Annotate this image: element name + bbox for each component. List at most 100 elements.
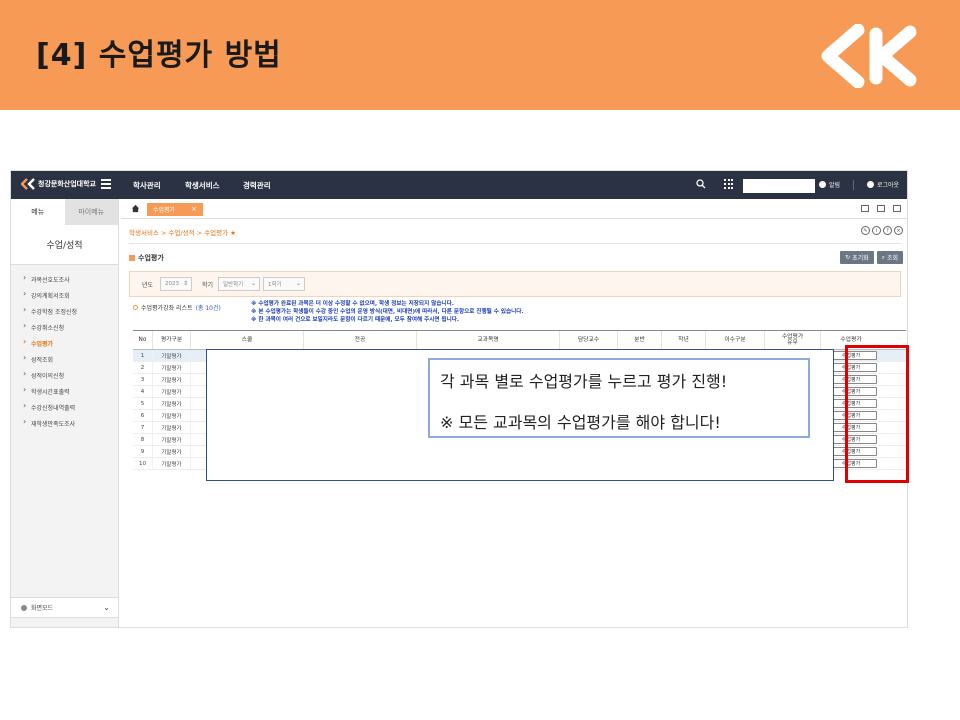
- global-search-input[interactable]: [743, 179, 815, 193]
- topmenu-academic[interactable]: 학사관리: [133, 180, 161, 191]
- page-title: 수업평가: [129, 253, 164, 263]
- sidebar-item-course-preference[interactable]: 과목선호도조사: [11, 271, 118, 287]
- reset-label: 초기화: [852, 255, 869, 262]
- instruction-callout: 각 과목 별로 수업평가를 누르고 평가 진행! ※ 모든 교과목의 수업평가를…: [428, 358, 810, 438]
- logout-button[interactable]: 로그아웃: [867, 180, 899, 189]
- instruction-line-1: 각 과목 별로 수업평가를 누르고 평가 진행!: [440, 372, 728, 391]
- evaluation-button-highlight: [845, 345, 909, 483]
- breadcrumb-path: 학생서비스 > 수업/성적 > 수업평가: [129, 229, 229, 237]
- cell-no: 6: [133, 410, 153, 421]
- sidebar-item-course-evaluation[interactable]: 수업평가: [11, 335, 118, 351]
- col-eval-type: 평가구분: [153, 331, 191, 349]
- app-grid-icon[interactable]: [724, 179, 734, 189]
- close-icon[interactable]: ×: [191, 205, 197, 213]
- col-school: 스쿨: [191, 331, 304, 349]
- cell-no: 5: [133, 398, 153, 409]
- tab-my-menu[interactable]: 마이메뉴: [64, 199, 118, 225]
- sidebar-item-credit-adjust[interactable]: 수강학점 조정신청: [11, 303, 118, 319]
- cell-no: 8: [133, 434, 153, 445]
- filter-panel: 년도 2023 ⇕ 학기 일반학기 ⌄ 1학기 ⌄: [129, 271, 901, 297]
- notification-button[interactable]: 알림: [819, 180, 840, 189]
- col-section: 분반: [618, 331, 662, 349]
- search-icon[interactable]: [696, 179, 706, 189]
- notice-line: ※ 수업평가 완료된 과목은 더 이상 수정할 수 없으며, 학생 정보는 저장…: [251, 301, 454, 307]
- cell-no: 3: [133, 374, 153, 385]
- screen-mode-label: 화면모드: [31, 605, 54, 612]
- topmenu-student-service[interactable]: 학생서비스: [185, 180, 220, 191]
- topmenu-career[interactable]: 경력관리: [243, 180, 271, 191]
- cell-no: 7: [133, 422, 153, 433]
- sidebar-item-timetable-print[interactable]: 학생시간표출력: [11, 383, 118, 399]
- search-button[interactable]: ⌕ 조회: [876, 251, 903, 264]
- gear-icon: [21, 604, 27, 611]
- close-circle-icon[interactable]: ×: [894, 226, 903, 235]
- info-icon[interactable]: i: [872, 226, 881, 235]
- expand-icon[interactable]: [893, 205, 901, 212]
- chevron-down-icon: ⌄: [103, 603, 110, 612]
- ck-logo-icon: [821, 24, 917, 88]
- bookmark-icon[interactable]: [877, 205, 885, 212]
- col-major: 전공: [304, 331, 417, 349]
- cell-no: 1: [133, 350, 153, 361]
- page-title-text: 수업평가: [138, 254, 164, 262]
- cell-no: 4: [133, 386, 153, 397]
- stepper-icon: ⇕: [182, 280, 188, 287]
- list-count: (총 10건): [195, 305, 221, 312]
- action-buttons: ↻ 초기화 ⌕ 조회: [840, 251, 903, 264]
- table-header: No 평가구분 스쿨 전공 교과목명 담당교수 분반 학년 이수구분 수업평가 …: [133, 330, 906, 350]
- term-type-select[interactable]: 일반학기 ⌄: [218, 277, 260, 291]
- cell-no: 9: [133, 446, 153, 457]
- sidebar-item-syllabus[interactable]: 강의계획서조회: [11, 287, 118, 303]
- window-controls: [861, 205, 901, 212]
- col-no: No: [133, 331, 153, 349]
- notice-line: ※ 본 수업평가는 학생들이 수강 중인 수업의 운영 방식(대면, 비대면)에…: [251, 309, 524, 315]
- open-tab-label: 수업평가: [153, 207, 176, 214]
- open-tab-course-evaluation[interactable]: 수업평가 ×: [147, 203, 203, 216]
- slide-title: [4] 수업평가 방법: [36, 38, 282, 73]
- instruction-line-2: ※ 모든 교과목의 수업평가를 해야 합니다!: [440, 413, 721, 432]
- term-label: 학기: [202, 282, 214, 289]
- sidebar-footer: [11, 617, 118, 627]
- open-tabs-bar: 수업평가 ×: [121, 199, 907, 219]
- year-label: 년도: [142, 282, 154, 289]
- notice-line: ※ 한 과목이 여러 건으로 보일지라도 문항이 다르기 때문에, 모두 참여해…: [251, 317, 460, 323]
- col-completion-type: 이수구분: [706, 331, 765, 349]
- star-icon[interactable]: ★: [230, 229, 236, 237]
- term-type-value: 일반학기: [223, 282, 244, 288]
- table-empty-area: [133, 481, 906, 627]
- col-grade: 학년: [662, 331, 706, 349]
- refresh-icon: ↻: [845, 254, 853, 261]
- brand[interactable]: 청강문화산업대학교: [21, 178, 96, 190]
- page-tools: ✎ i ? ×: [861, 226, 903, 235]
- col-eval-status: 수업평가 유무: [765, 331, 821, 349]
- home-icon[interactable]: [131, 204, 140, 213]
- sidebar-item-grades[interactable]: 성적조회: [11, 351, 118, 367]
- sidebar-item-course-drop[interactable]: 수강취소신청: [11, 319, 118, 335]
- sidebar-menu: 과목선호도조사 강의계획서조회 수강학점 조정신청 수강취소신청 수업평가 성적…: [11, 265, 118, 431]
- hamburger-menu-icon[interactable]: [101, 179, 111, 189]
- edit-icon[interactable]: ✎: [861, 226, 870, 235]
- year-select[interactable]: 2023 ⇕: [160, 277, 192, 291]
- cell-eval-type: 기말평가: [153, 410, 191, 421]
- cell-eval-type: 기말평가: [153, 398, 191, 409]
- cell-eval-type: 기말평가: [153, 422, 191, 433]
- term-select[interactable]: 1학기 ⌄: [263, 277, 305, 291]
- cell-eval-type: 기말평가: [153, 350, 191, 361]
- notice-text: ※ 수업평가 완료된 과목은 더 이상 수정할 수 없으며, 학생 정보는 저장…: [251, 300, 524, 324]
- sidebar-heading: 수업/성적: [11, 225, 118, 265]
- screen-mode-toggle[interactable]: 화면모드 ⌄: [11, 597, 118, 617]
- brand-name: 청강문화산업대학교: [38, 180, 96, 188]
- col-professor: 담당교수: [560, 331, 618, 349]
- reset-button[interactable]: ↻ 초기화: [840, 251, 874, 264]
- year-value: 2023: [165, 281, 179, 287]
- sidebar-item-satisfaction-survey[interactable]: 재학생만족도조사: [11, 415, 118, 431]
- help-icon[interactable]: ?: [883, 226, 892, 235]
- bell-icon: [819, 181, 826, 188]
- sidebar-item-registration-print[interactable]: 수강신청내역출력: [11, 399, 118, 415]
- tab-menu[interactable]: 메뉴: [11, 199, 65, 225]
- page-title-icon: [129, 255, 135, 261]
- window-icon[interactable]: [861, 205, 869, 212]
- cell-eval-type: 기말평가: [153, 374, 191, 385]
- sidebar-item-grade-appeal[interactable]: 성적이의신청: [11, 367, 118, 383]
- term-value: 1학기: [268, 282, 282, 288]
